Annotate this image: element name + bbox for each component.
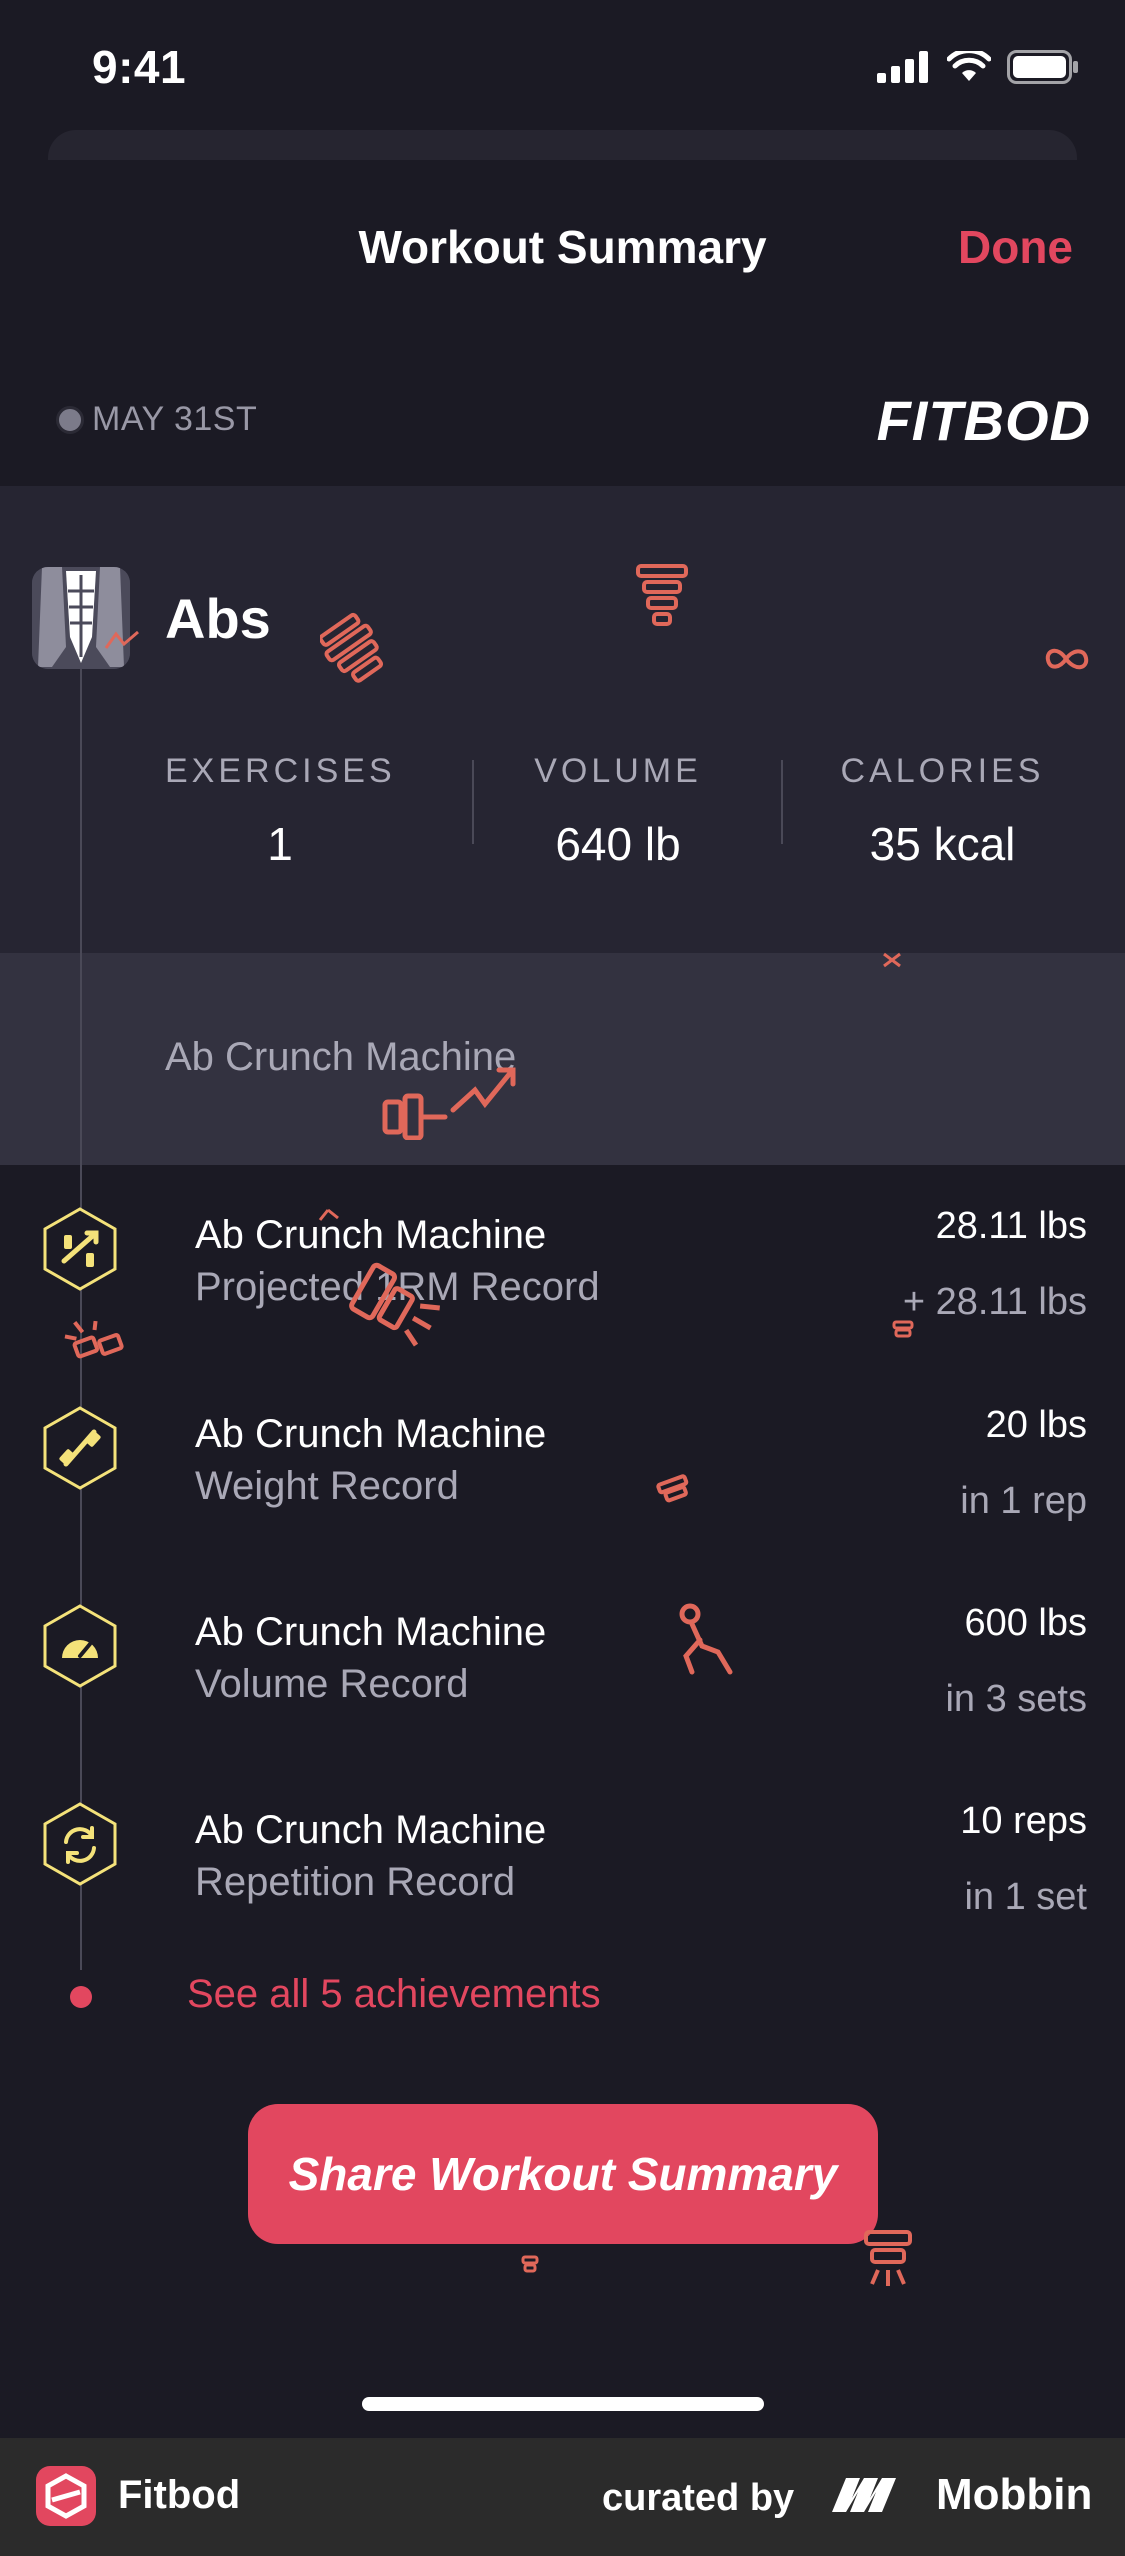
battery-icon — [1007, 50, 1078, 84]
footer-app-name: Fitbod — [118, 2473, 241, 2517]
confetti-dumbbell-icon — [349, 1262, 441, 1347]
confetti-runner-icon — [679, 1603, 733, 1675]
achievement-subtitle: Weight Record — [195, 1464, 459, 1508]
weight-record-icon — [43, 1406, 117, 1490]
stat-calories: CALORIES 35 kcal — [820, 752, 1065, 871]
stat-volume: VOLUME 640 lb — [505, 752, 731, 871]
achievement-detail: in 1 set — [964, 1876, 1087, 1918]
stat-label: CALORIES — [840, 752, 1045, 790]
achievement-item[interactable]: Ab Crunch Machine Volume Record 600 lbs … — [0, 1592, 1125, 1742]
confetti-dumbbell-icon — [864, 2230, 912, 2286]
achievement-value: 20 lbs — [985, 1404, 1087, 1446]
achievement-title: Ab Crunch Machine — [195, 1808, 547, 1852]
confetti-dumbbell-icon — [636, 564, 688, 626]
confetti-small-icon — [892, 1320, 914, 1338]
fitbod-logo: FITBOD — [876, 389, 1091, 452]
stat-value: 640 lb — [555, 818, 681, 870]
achievement-title: Ab Crunch Machine — [195, 1412, 547, 1456]
stat-divider — [472, 760, 474, 844]
date-row: MAY 31ST — [56, 400, 257, 439]
muscle-group-title: Abs — [165, 587, 271, 650]
confetti-progress-icon — [382, 1067, 516, 1140]
confetti-dumbbell-icon — [320, 612, 384, 683]
stat-value: 35 kcal — [869, 818, 1016, 870]
mobbin-logo-icon — [832, 2478, 896, 2512]
achievement-value: 28.11 lbs — [935, 1205, 1087, 1247]
sheet-top-edge — [48, 130, 1077, 160]
workout-date: MAY 31ST — [92, 400, 258, 438]
footer-brand: Mobbin — [936, 2470, 1093, 2519]
muscle-summary-panel — [0, 486, 1125, 954]
achievement-value: 600 lbs — [964, 1602, 1087, 1644]
confetti-small-icon — [104, 630, 139, 649]
footer-curated-by: curated by — [602, 2477, 795, 2519]
stat-value: 1 — [267, 818, 293, 870]
wifi-icon — [947, 51, 991, 81]
stat-divider — [781, 760, 783, 844]
volume-record-icon — [43, 1604, 117, 1688]
stat-label: EXERCISES — [165, 752, 396, 790]
confetti-squiggle-icon — [1045, 648, 1089, 670]
repetition-record-icon — [43, 1802, 117, 1886]
cellular-signal-icon — [877, 51, 928, 83]
stat-label: VOLUME — [534, 752, 702, 790]
achievement-item[interactable]: Ab Crunch Machine Projected 1RM Record 2… — [0, 1195, 1125, 1345]
date-dot-icon — [56, 405, 84, 434]
confetti-small-icon — [318, 1208, 339, 1221]
confetti-small-icon — [656, 1474, 689, 1503]
achievement-subtitle: Volume Record — [195, 1662, 469, 1706]
done-button[interactable]: Done — [958, 220, 1073, 274]
home-indicator[interactable] — [362, 2397, 764, 2411]
achievement-subtitle: Repetition Record — [195, 1860, 516, 1904]
achievement-title: Ab Crunch Machine — [195, 1610, 547, 1654]
achievement-item[interactable]: Ab Crunch Machine Weight Record 20 lbs i… — [0, 1394, 1125, 1544]
achievement-value: 10 reps — [960, 1800, 1087, 1842]
projected-1rm-icon — [43, 1207, 117, 1291]
page-title: Workout Summary — [358, 221, 767, 273]
achievement-item[interactable]: Ab Crunch Machine Repetition Record 10 r… — [0, 1790, 1125, 1940]
confetti-small-icon — [521, 2255, 539, 2273]
confetti-small-icon — [883, 952, 901, 968]
achievement-detail: in 3 sets — [945, 1678, 1087, 1720]
stat-exercises: EXERCISES 1 — [165, 752, 395, 871]
share-workout-summary-button[interactable]: Share Workout Summary — [248, 2104, 878, 2244]
abs-muscle-icon — [32, 567, 130, 669]
achievement-detail: + 28.11 lbs — [902, 1281, 1087, 1323]
achievement-detail: in 1 rep — [960, 1480, 1087, 1522]
confetti-dumbbell-icon — [64, 1320, 124, 1359]
fitbod-app-icon — [36, 2466, 96, 2526]
status-time: 9:41 — [92, 41, 187, 93]
status-icons — [877, 50, 1079, 84]
see-all-achievements-link[interactable]: See all 5 achievements — [187, 1972, 601, 2017]
see-all-dot-icon — [70, 1986, 92, 2008]
